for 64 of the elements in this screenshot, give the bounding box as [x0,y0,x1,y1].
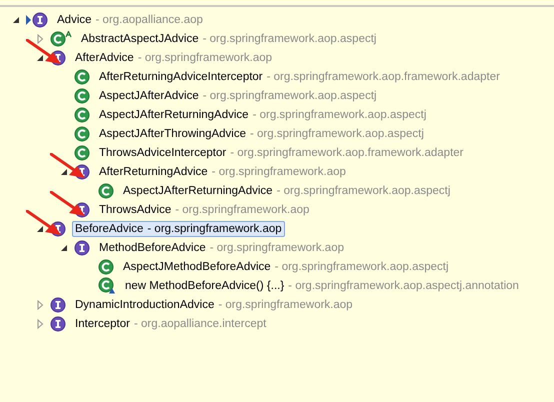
package-name: - org.springframework.aop [138,52,272,64]
class-icon [74,144,90,160]
tree-item[interactable]: AspectJAfterThrowingAdvice - org.springframework.aop.aspectj [96,126,427,142]
tree-item[interactable]: AfterReturningAdvice - org.springframework.aop [96,164,349,180]
package-name: - org.springframework.aop.aspectj.annotation [288,280,519,292]
tree-item[interactable]: Advice - org.aopalliance.aop [54,12,206,28]
package-name: - org.springframework.aop.aspectj [202,32,376,44]
type-name: AfterReturningAdviceInterceptor [99,70,263,82]
tree-item[interactable]: AfterReturningAdviceInterceptor - org.springframework.aop.framework.adapter [96,68,503,84]
package-name: - org.springframework.aop.aspectj [202,90,377,102]
tree-item[interactable]: AspectJMethodBeforeAdvice - org.springframework.aop.aspectj [120,258,452,274]
type-name: Interceptor [75,318,130,330]
tree-item[interactable]: Interceptor - org.aopalliance.intercept [72,316,270,332]
type-name: DynamicIntroductionAdvice [75,298,214,310]
anonymous-class-icon [98,277,116,294]
tree-item[interactable]: MethodBeforeAdvice - org.springframework.aop [96,240,347,256]
tree-item[interactable]: AfterAdvice - org.springframework.aop [72,50,276,66]
package-name: - org.springframework.aop.framework.adapter [230,146,464,158]
package-name: - org.springframework.aop.aspectj [250,128,424,140]
tree-item[interactable]: AbstractAspectJAdvice - org.springframework.aop.aspectj [78,30,380,46]
type-name: ThrowsAdvice [99,204,172,216]
interface-icon [50,316,66,332]
class-icon [74,88,90,104]
package-name: - org.springframework.aop [212,166,346,178]
package-name: - org.springframework.aop.aspectj [252,108,426,120]
tree-item[interactable]: ThrowsAdvice - org.springframework.aop [96,202,312,218]
package-name: - org.aopalliance.aop [96,14,203,26]
package-name: - org.springframework.aop.framework.adapter [266,70,500,82]
class-icon [98,182,114,198]
tree-item[interactable]: DynamicIntroductionAdvice - org.springframework.aop [72,296,356,312]
package-name: - org.springframework.aop [147,222,282,234]
type-name: AspectJAfterReturningAdvice [99,108,249,120]
tree-item[interactable]: AspectJAfterReturningAdvice - org.springframework.aop.aspectj [96,106,430,122]
tree-item[interactable]: AspectJAfterReturningAdvice - org.springframework.aop.aspectj [120,182,454,198]
tree-item[interactable]: ThrowsAdviceInterceptor - org.springframework.aop.framework.adapter [96,144,466,160]
package-name: - org.aopalliance.intercept [134,318,266,330]
type-name: AfterAdvice [75,52,134,64]
tree-item[interactable]: AspectJAfterAdvice - org.springframework.aop.aspectj [96,88,380,104]
focus-interface-icon [26,12,48,28]
tree-item[interactable]: BeforeAdvice - org.springframework.aop [72,220,285,236]
type-name: AspectJMethodBeforeAdvice [123,260,271,272]
package-name: - org.springframework.aop [175,204,310,216]
class-icon [74,68,90,84]
package-name: - org.springframework.aop [210,242,344,254]
type-name: Advice [57,14,92,26]
class-icon [74,126,90,142]
package-name: - org.springframework.aop [218,298,353,310]
interface-icon [74,240,90,256]
class-icon [74,106,90,122]
type-name: AspectJAfterThrowingAdvice [99,128,246,140]
type-name: MethodBeforeAdvice [99,242,206,254]
tree-item[interactable]: new MethodBeforeAdvice() {...} - org.springframework.aop.aspectj.annotation [122,278,522,294]
type-name: ThrowsAdviceInterceptor [99,146,226,158]
type-name: BeforeAdvice [75,222,144,234]
type-name: AfterReturningAdvice [99,166,208,178]
class-icon [98,258,114,274]
package-name: - org.springframework.aop.aspectj [276,184,450,196]
type-name: AspectJAfterReturningAdvice [123,184,273,196]
type-name: new MethodBeforeAdvice() {...} [125,280,284,292]
interface-icon [50,296,66,312]
type-name: AspectJAfterAdvice [99,90,199,102]
abstract-class-icon [50,30,72,46]
package-name: - org.springframework.aop.aspectj [274,260,449,272]
type-name: AbstractAspectJAdvice [81,32,199,44]
